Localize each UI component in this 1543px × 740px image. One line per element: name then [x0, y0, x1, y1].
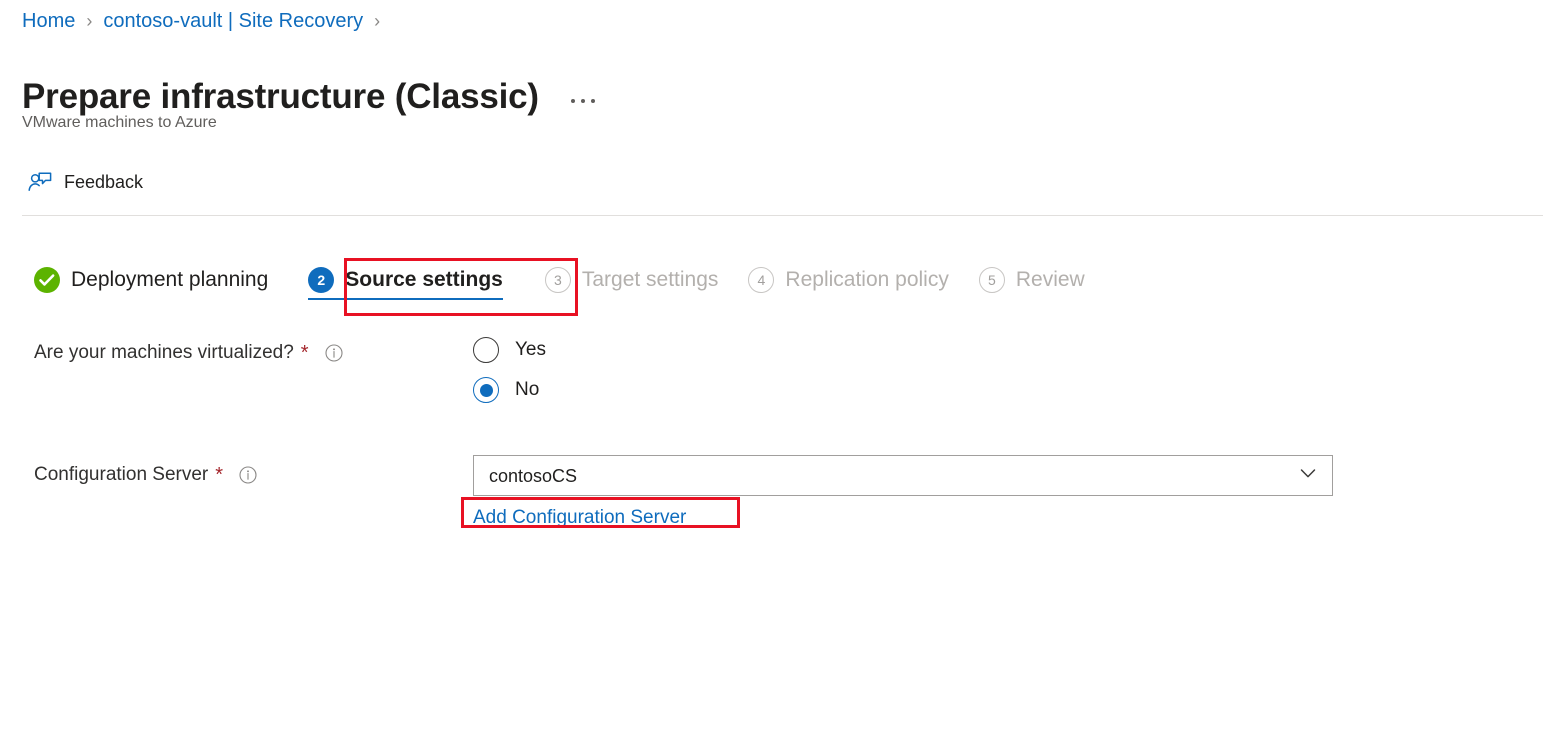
check-circle-icon — [34, 267, 60, 293]
wizard-step-label: Target settings — [581, 268, 719, 291]
feedback-person-icon — [26, 168, 54, 196]
field-label-text: Configuration Server — [34, 464, 209, 485]
configuration-server-control: contosoCS Add Configuration Server — [473, 455, 1333, 530]
radio-option-yes[interactable]: Yes — [473, 337, 546, 363]
info-icon[interactable] — [325, 344, 343, 362]
ellipsis-dot — [580, 99, 585, 104]
ellipsis-dot — [570, 99, 575, 104]
required-marker: * — [215, 464, 224, 486]
add-configuration-server-link[interactable]: Add Configuration Server — [473, 505, 686, 530]
wizard-step-source-settings[interactable]: 2 Source settings — [308, 266, 503, 308]
radio-group-virtualized: Yes No — [473, 337, 546, 417]
wizard-step-label: Source settings — [345, 268, 503, 291]
radio-option-label: Yes — [515, 339, 546, 360]
radio-option-label: No — [515, 379, 540, 400]
dropdown-selected-value: contosoCS — [489, 465, 578, 486]
wizard-step-active-underline — [308, 298, 503, 300]
required-marker: * — [300, 342, 309, 364]
command-bar-divider — [22, 215, 1543, 216]
breadcrumb-item-home[interactable]: Home — [22, 8, 75, 34]
breadcrumb-item-vault[interactable]: contoso-vault | Site Recovery — [103, 8, 363, 34]
feedback-button[interactable]: Feedback — [22, 164, 151, 200]
breadcrumb-chevron-icon: › — [374, 11, 381, 31]
configuration-server-dropdown[interactable]: contosoCS — [473, 455, 1333, 496]
breadcrumb: Home › contoso-vault | Site Recovery › — [22, 8, 391, 34]
wizard-step-deployment-planning[interactable]: Deployment planning — [34, 266, 268, 308]
wizard-step-label: Deployment planning — [71, 268, 269, 291]
radio-dot — [479, 383, 493, 397]
field-configuration-server: Configuration Server * — [34, 462, 257, 488]
chevron-down-icon — [1297, 462, 1319, 489]
radio-option-no[interactable]: No — [473, 377, 546, 403]
page-subtitle: VMware machines to Azure — [22, 114, 217, 131]
radio-mark — [473, 337, 499, 363]
field-label: Configuration Server * — [34, 462, 257, 488]
step-number-badge: 3 — [544, 267, 571, 293]
wizard-step-review: 5 Review — [978, 266, 1085, 308]
wizard-step-replication-policy: 4 Replication policy — [748, 266, 949, 308]
step-number-badge: 2 — [308, 267, 335, 293]
field-label-text: Are your machines virtualized? — [34, 342, 294, 363]
wizard-step-target-settings: 3 Target settings — [544, 266, 719, 308]
radio-mark — [473, 377, 499, 403]
wizard-step-label: Review — [1015, 268, 1085, 291]
wizard-step-label: Replication policy — [785, 268, 949, 291]
field-label: Are your machines virtualized? * — [34, 340, 343, 366]
ellipsis-dot — [590, 99, 595, 104]
step-number-badge: 4 — [748, 267, 775, 293]
feedback-button-label: Feedback — [64, 172, 144, 192]
step-number-badge: 5 — [978, 267, 1005, 293]
command-bar: Feedback — [22, 164, 151, 200]
breadcrumb-chevron-icon: › — [86, 11, 93, 31]
field-machines-virtualized: Are your machines virtualized? * — [34, 340, 343, 366]
info-icon[interactable] — [239, 466, 257, 484]
ellipsis-icon[interactable] — [567, 93, 599, 109]
wizard-steps: Deployment planning 2 Source settings 3 … — [34, 266, 1085, 308]
